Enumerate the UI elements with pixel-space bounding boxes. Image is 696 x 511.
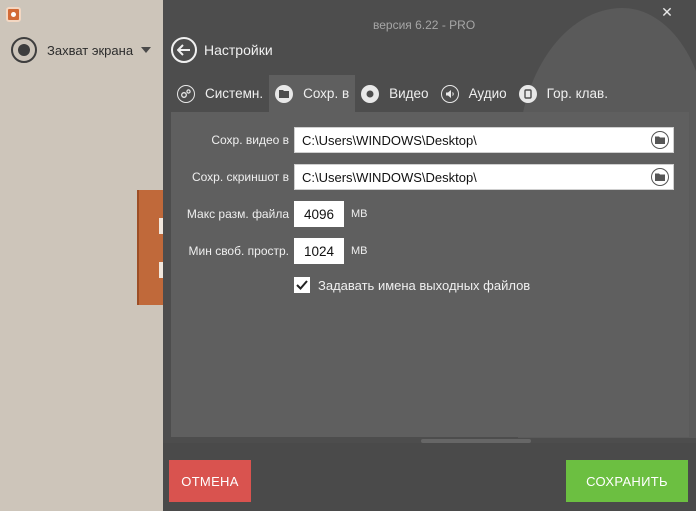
browse-folder-icon[interactable] <box>651 131 669 149</box>
screenshot-path-value: C:\Users\WINDOWS\Desktop\ <box>302 169 477 185</box>
min-free-unit: МВ <box>351 245 368 257</box>
screen-capture-label: Захват экрана <box>47 42 134 58</box>
browse-folder-icon[interactable] <box>651 168 669 186</box>
min-free-input[interactable]: 1024 <box>294 238 344 264</box>
max-size-row: Макс разм. файла 4096 МВ <box>171 201 368 227</box>
footer-bar: ОТМЕНА СОХРАНИТЬ <box>163 443 696 511</box>
folder-icon <box>275 84 294 103</box>
back-button[interactable]: Настройки <box>171 37 273 63</box>
save-to-settings: Сохр. видео в C:\Users\WINDOWS\Desktop\ … <box>171 112 689 437</box>
video-path-label: Сохр. видео в <box>211 133 289 147</box>
tab-label: Аудио <box>468 86 507 101</box>
close-button[interactable]: ✕ <box>659 4 675 20</box>
screenshot-path-label: Сохр. скриншот в <box>191 170 289 184</box>
record-icon <box>11 37 37 63</box>
video-path-field[interactable]: C:\Users\WINDOWS\Desktop\ <box>294 127 674 153</box>
name-files-option[interactable]: Задавать имена выходных файлов <box>294 277 530 293</box>
page-title: Настройки <box>204 42 273 58</box>
name-files-label: Задавать имена выходных файлов <box>318 277 531 293</box>
cancel-button[interactable]: ОТМЕНА <box>169 460 251 502</box>
app-logo-icon <box>6 7 21 22</box>
chevron-down-icon[interactable] <box>141 47 152 53</box>
screen-capture-selector[interactable]: Захват экрана <box>11 37 152 63</box>
record-icon <box>361 84 380 103</box>
tab-system[interactable]: Системн. <box>171 75 269 112</box>
screenshot-path-field[interactable]: C:\Users\WINDOWS\Desktop\ <box>294 164 674 190</box>
tab-label: Гор. клав. <box>546 86 608 101</box>
settings-tabs: Системн. Сохр. в Видео Аудио Гор. клав. <box>171 75 614 112</box>
tab-hotkeys[interactable]: Гор. клав. <box>513 75 614 112</box>
main-window-background: Захват экрана <box>0 0 163 511</box>
settings-panel: версия 6.22 - PRO ✕ Настройки Системн. С… <box>163 0 696 511</box>
max-size-unit: МВ <box>351 208 368 220</box>
decorative-graphic <box>137 190 163 305</box>
tab-video[interactable]: Видео <box>355 75 434 112</box>
min-free-label: Мин своб. простр. <box>188 244 289 258</box>
max-size-label: Макс разм. файла <box>186 207 289 221</box>
tab-audio[interactable]: Аудио <box>435 75 513 112</box>
max-size-input[interactable]: 4096 <box>294 201 344 227</box>
min-free-row: Мин своб. простр. 1024 МВ <box>171 238 368 264</box>
screenshot-path-row: Сохр. скриншот в C:\Users\WINDOWS\Deskto… <box>171 164 674 190</box>
tab-label: Видео <box>389 86 429 101</box>
name-files-checkbox[interactable] <box>294 277 310 293</box>
save-button[interactable]: СОХРАНИТЬ <box>566 460 688 502</box>
video-path-row: Сохр. видео в C:\Users\WINDOWS\Desktop\ <box>171 127 674 153</box>
tab-save-to[interactable]: Сохр. в <box>269 75 356 112</box>
version-label: версия 6.22 - PRO <box>373 18 476 32</box>
speaker-icon <box>440 84 459 103</box>
tab-label: Сохр. в <box>303 86 350 101</box>
arrow-left-icon <box>171 37 197 63</box>
gears-icon <box>177 84 195 103</box>
video-path-value: C:\Users\WINDOWS\Desktop\ <box>302 132 477 148</box>
tab-label: Системн. <box>205 86 264 101</box>
hotkey-icon <box>518 84 537 103</box>
